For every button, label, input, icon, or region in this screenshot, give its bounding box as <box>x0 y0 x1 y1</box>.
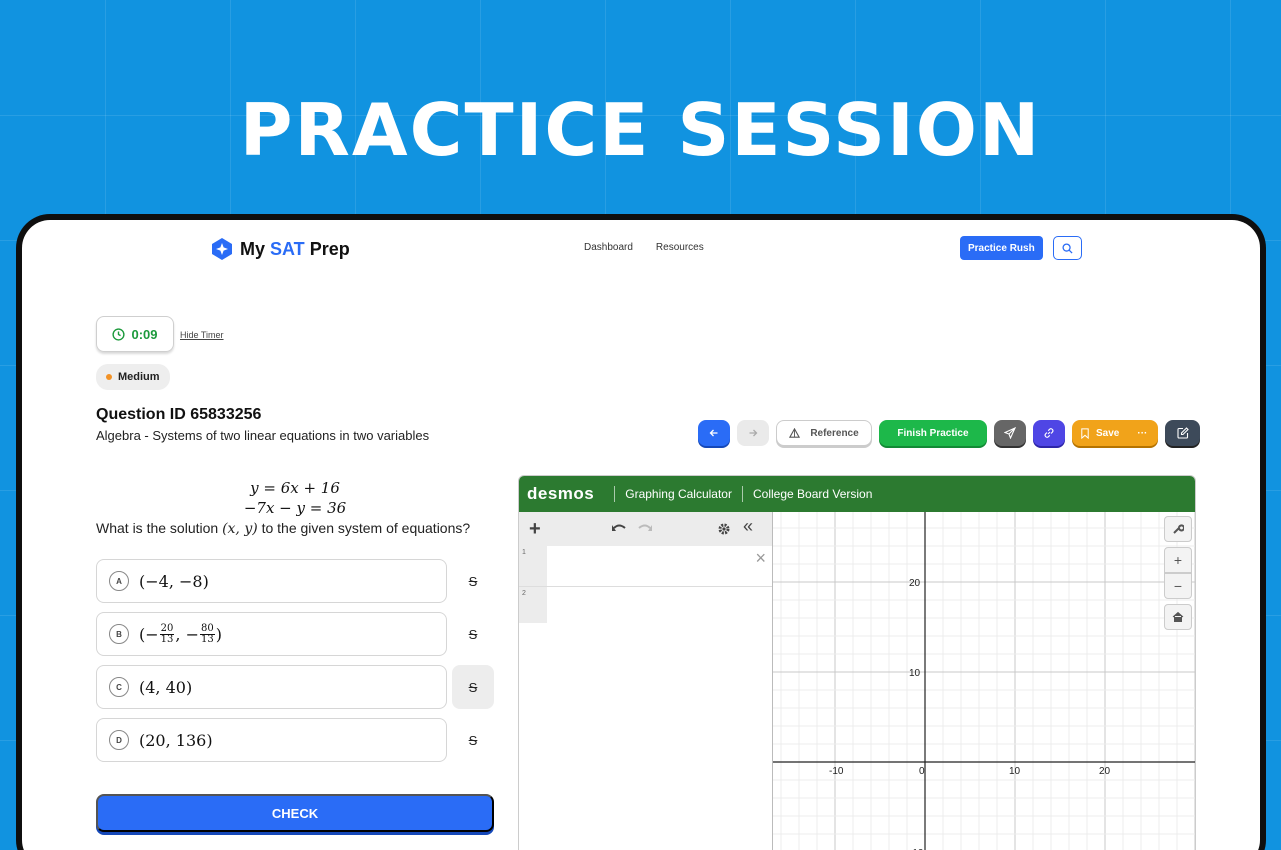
choice-letter: C <box>109 677 129 697</box>
timer: 0:09 <box>96 316 174 352</box>
finish-practice-button[interactable]: Finish Practice <box>879 420 987 446</box>
collapse-icon[interactable]: « <box>743 516 753 537</box>
y-tick-label: 10 <box>909 668 921 679</box>
desmos-logo: desmos <box>527 484 595 503</box>
save-label: Save <box>1096 427 1120 439</box>
copy-link-button[interactable] <box>1033 420 1065 446</box>
difficulty-dot <box>106 374 112 380</box>
search-icon <box>1062 242 1073 254</box>
delete-expression-icon[interactable]: × <box>755 548 766 569</box>
y-tick-label: 20 <box>909 578 921 589</box>
question-id: Question ID 65833256 <box>96 406 262 423</box>
arrow-left-icon <box>709 429 718 437</box>
practice-rush-button[interactable]: Practice Rush <box>960 236 1043 260</box>
notes-button[interactable] <box>1165 420 1200 446</box>
undo-icon[interactable] <box>611 522 627 534</box>
choice-text: (4, 40) <box>139 677 193 697</box>
strike-choice-c[interactable]: S <box>452 665 494 709</box>
settings-icon[interactable] <box>717 522 731 536</box>
desmos-version: College Board Version <box>752 487 873 501</box>
reference-icon <box>789 427 801 438</box>
reference-button[interactable]: Reference <box>776 420 872 446</box>
x-tick-label: -10 <box>829 766 844 777</box>
send-icon <box>1004 427 1016 439</box>
choice-c[interactable]: C (4, 40) <box>96 665 447 709</box>
zoom-in-icon[interactable]: + <box>1164 547 1192 573</box>
fraction: 80 13 <box>199 622 215 645</box>
add-expression-icon[interactable]: + <box>529 518 541 541</box>
choice-text: (−4, −8) <box>139 571 209 591</box>
link-icon <box>1044 428 1054 438</box>
check-button[interactable]: CHECK <box>96 794 494 832</box>
main-nav: Dashboard Resources <box>584 242 704 253</box>
question-toolbar: Reference Finish Practice Save ··· <box>698 420 1200 446</box>
home-icon[interactable] <box>1164 604 1192 630</box>
strike-choice-d[interactable]: S <box>452 718 494 762</box>
clock-icon <box>112 327 126 341</box>
strike-choice-b[interactable]: S <box>452 612 494 656</box>
choice-a[interactable]: A (−4, −8) <box>96 559 447 603</box>
fraction: 20 13 <box>159 622 175 645</box>
equation-system: y = 6x + 16 −7x − y = 36 <box>96 478 494 518</box>
expression-panel: + « 1 × 2 <box>519 512 773 850</box>
graph-canvas[interactable]: -10010202010-10 + − <box>773 512 1195 850</box>
nav-resources[interactable]: Resources <box>656 242 704 253</box>
choice-text: (20, 136) <box>139 730 213 750</box>
previous-button[interactable] <box>698 420 730 446</box>
graph-grid: -10010202010-10 <box>773 512 1195 850</box>
timer-value: 0:09 <box>131 326 158 342</box>
share-button[interactable] <box>994 420 1026 446</box>
choice-b[interactable]: B (− 20 13 , − 80 13 ) <box>96 612 447 656</box>
edit-icon <box>1176 427 1189 439</box>
search-button[interactable] <box>1053 236 1082 260</box>
next-button[interactable] <box>737 420 769 446</box>
equation-1: y = 6x + 16 <box>250 479 340 497</box>
choice-letter: D <box>109 730 129 750</box>
x-tick-label: 0 <box>919 766 925 777</box>
desmos-product: Graphing Calculator <box>625 487 732 501</box>
zoom-out-icon[interactable]: − <box>1164 573 1192 599</box>
device-frame: My SAT Prep Dashboard Resources Practice… <box>16 214 1266 850</box>
bookmark-icon <box>1081 427 1089 439</box>
redo-icon[interactable] <box>637 522 653 534</box>
difficulty-label: Medium <box>118 371 160 383</box>
desmos-calculator: desmos Graphing Calculator College Board… <box>518 475 1196 850</box>
logo-icon <box>212 238 232 260</box>
app-screen: My SAT Prep Dashboard Resources Practice… <box>22 220 1260 850</box>
choice-text: (− 20 13 , − 80 13 ) <box>139 622 222 645</box>
nav-dashboard[interactable]: Dashboard <box>584 242 633 253</box>
expression-toolbar: + « <box>519 512 772 546</box>
x-tick-label: 20 <box>1099 766 1111 777</box>
hide-timer-link[interactable]: Hide Timer <box>180 330 224 340</box>
logo-text: My SAT Prep <box>240 238 350 259</box>
expression-row[interactable]: 2 <box>519 587 772 623</box>
difficulty-badge: Medium <box>96 364 170 390</box>
choice-d[interactable]: D (20, 136) <box>96 718 447 762</box>
reference-label: Reference <box>810 427 859 439</box>
site-logo[interactable]: My SAT Prep <box>210 237 350 261</box>
desmos-header: desmos Graphing Calculator College Board… <box>519 476 1195 512</box>
choice-letter: A <box>109 571 129 591</box>
save-button[interactable]: Save ··· <box>1072 420 1158 446</box>
x-tick-label: 10 <box>1009 766 1021 777</box>
more-options[interactable]: ··· <box>1137 428 1147 439</box>
question-prompt: What is the solution (x, y) to the given… <box>96 520 471 537</box>
equation-2: −7x − y = 36 <box>243 499 347 517</box>
expression-row[interactable]: 1 × <box>519 546 772 587</box>
arrow-right-icon <box>749 429 758 437</box>
question-domain: Algebra - Systems of two linear equation… <box>96 428 430 443</box>
wrench-icon[interactable] <box>1164 516 1192 542</box>
strike-choice-a[interactable]: S <box>452 559 494 603</box>
choice-letter: B <box>109 624 129 644</box>
hero-title: PRACTICE SESSION <box>239 88 1042 172</box>
